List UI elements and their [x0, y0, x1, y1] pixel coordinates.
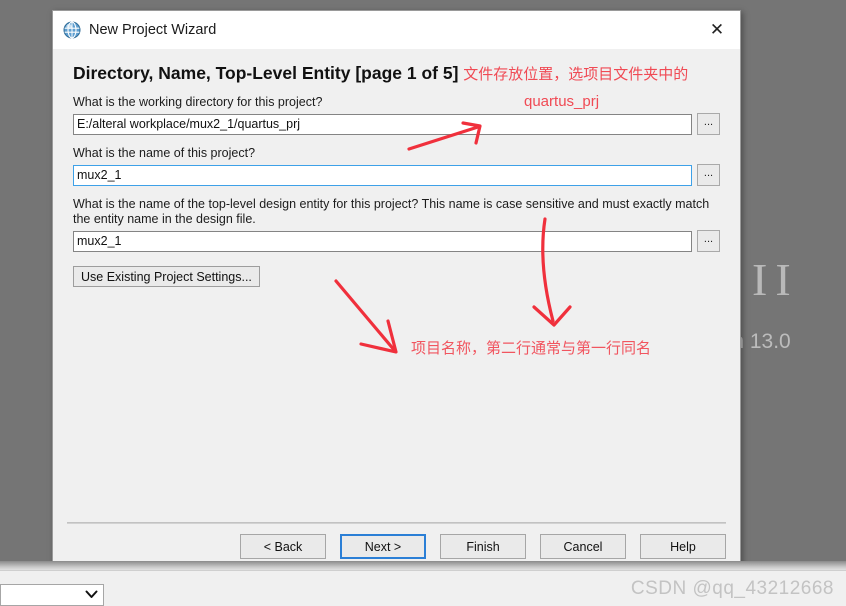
chevron-down-icon[interactable]: [85, 588, 98, 602]
top-level-entity-input[interactable]: [73, 230, 692, 252]
working-directory-label: What is the working directory for this p…: [73, 95, 323, 109]
footer-separator: [67, 522, 726, 524]
top-level-entity-row: ...: [73, 230, 720, 252]
bottom-combobox[interactable]: [0, 584, 104, 606]
project-name-label: What is the name of this project?: [73, 146, 256, 160]
footer-button-group: < Back Next > Finish Cancel Help: [240, 534, 726, 559]
working-directory-row: ...: [73, 113, 720, 135]
top-level-entity-browse-button[interactable]: ...: [697, 230, 720, 252]
next-button[interactable]: Next >: [340, 534, 426, 559]
finish-button[interactable]: Finish: [440, 534, 526, 559]
dialog-titlebar: New Project Wizard ✕: [53, 11, 740, 49]
quartus-globe-icon: [63, 21, 81, 39]
project-name-input[interactable]: [73, 164, 692, 186]
csdn-watermark: CSDN @qq_43212668: [630, 578, 834, 599]
close-icon[interactable]: ✕: [694, 11, 740, 49]
dialog-title: New Project Wizard: [89, 22, 217, 38]
new-project-wizard-dialog: New Project Wizard ✕ Directory, Name, To…: [52, 10, 741, 575]
project-name-annotation-text: 项目名称，第二行通常与第一行同名: [411, 340, 652, 357]
page-title: Directory, Name, Top-Level Entity [page …: [73, 63, 720, 84]
heading-annotation-text: 文件存放位置，选项目文件夹中的: [463, 66, 689, 83]
use-existing-project-settings-button[interactable]: Use Existing Project Settings...: [73, 266, 260, 287]
heading-annotation-text-line2: quartus_prj: [524, 93, 600, 110]
bottom-toolbar: CSDN @qq_43212668: [0, 570, 846, 606]
help-button[interactable]: Help: [640, 534, 726, 559]
back-button[interactable]: < Back: [240, 534, 326, 559]
project-name-row: ...: [73, 164, 720, 186]
project-name-browse-button[interactable]: ...: [697, 164, 720, 186]
working-directory-browse-button[interactable]: ...: [697, 113, 720, 135]
cancel-button[interactable]: Cancel: [540, 534, 626, 559]
working-directory-input[interactable]: [73, 113, 692, 135]
dialog-content: Directory, Name, Top-Level Entity [page …: [53, 49, 740, 522]
top-level-entity-label: What is the name of the top-level design…: [73, 197, 710, 226]
page-title-text: Directory, Name, Top-Level Entity [page …: [73, 63, 459, 83]
